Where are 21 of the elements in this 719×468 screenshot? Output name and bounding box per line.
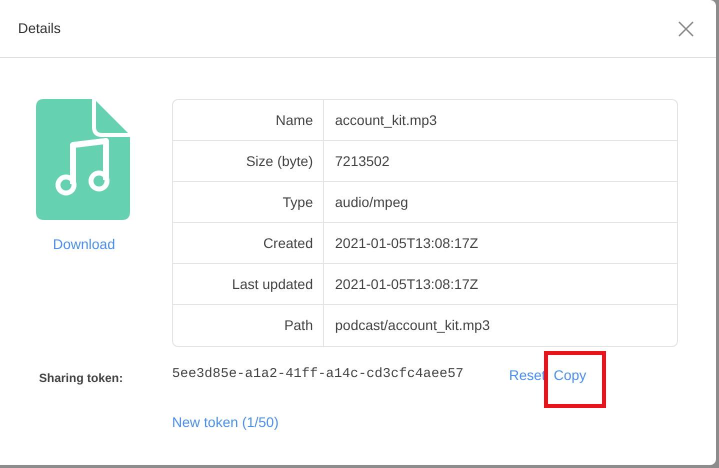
property-value: account_kit.mp3 (334, 110, 437, 130)
action-link[interactable]: Reset (509, 365, 546, 408)
property-label: Last updated (232, 274, 313, 294)
property-value: podcast/account_kit.mp3 (334, 316, 490, 335)
property-label: Created (263, 234, 313, 252)
dialog-title: Details (18, 19, 61, 38)
property-value: 2021-01-05T13:08:17Z (334, 234, 478, 252)
download-link[interactable]: Download (52, 234, 116, 255)
property-label: Size (byte) (246, 152, 313, 171)
sharing-token-label: Sharing token: (38, 370, 124, 387)
action-link[interactable]: Copy (544, 351, 606, 408)
close-icon[interactable] (678, 20, 694, 36)
audio-file-icon (36, 99, 130, 220)
property-label: Path (284, 316, 313, 335)
property-label: Type (282, 192, 313, 212)
property-value: audio/mpeg (334, 192, 408, 212)
property-label: Name (276, 110, 313, 130)
new-token-link[interactable]: New token (1/50) (172, 412, 606, 433)
token-text: 5ee3d85e-a1a2-41ff-a14c-cd3cfc4aee57 (172, 366, 465, 384)
property-value: 2021-01-05T13:08:17Z (334, 274, 478, 294)
property-value: 7213502 (334, 152, 390, 170)
